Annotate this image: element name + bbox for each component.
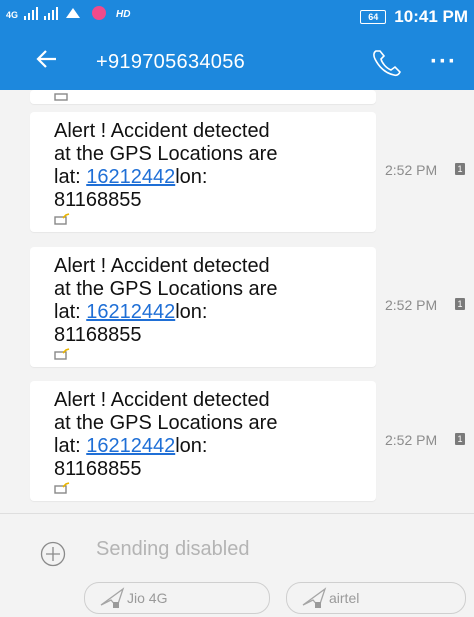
status-right: 64 10:41 PM <box>360 7 468 27</box>
composer: Sending disabled Jio 4G airtel <box>0 513 474 617</box>
message-text: Alert ! Accident detected at the GPS Loc… <box>54 255 278 346</box>
message-thread: Alert ! Accident detected at the GPS Loc… <box>0 90 474 513</box>
signal-icon <box>24 6 39 20</box>
add-attachment-icon[interactable] <box>40 541 66 567</box>
battery-icon: 64 <box>360 10 387 24</box>
message-time: 2:52 PM <box>385 297 438 313</box>
more-options-icon[interactable]: ··· <box>430 48 457 76</box>
sim-message-icon <box>54 348 70 360</box>
message-text: Alert ! Accident detected at the GPS Loc… <box>54 389 278 480</box>
message-time: 2:52 PM <box>385 432 438 448</box>
app-notification-icon <box>66 8 81 18</box>
app-notification-icon <box>92 6 107 20</box>
status-left: 4G HD <box>6 6 130 20</box>
sim-message-icon <box>54 213 70 225</box>
sim-slot-badge: 1 <box>455 433 465 445</box>
sending-disabled-text: Sending disabled <box>96 538 250 560</box>
contact-number: +919705634056 <box>96 51 246 73</box>
message-time: 2:52 PM <box>385 162 438 178</box>
coordinate-link[interactable]: 16212442 <box>86 435 175 457</box>
sim-slot-badge: 1 <box>455 163 465 175</box>
send-sim2-button[interactable]: airtel <box>286 582 466 614</box>
divider <box>0 513 474 514</box>
send-sim1-button[interactable]: Jio 4G <box>84 582 270 614</box>
status-bar: 4G HD 64 10:41 PM <box>0 0 474 36</box>
send-sim-icon <box>302 587 327 609</box>
sim-slot-badge: 1 <box>455 298 465 310</box>
sim-message-icon <box>54 482 70 494</box>
network-type: 4G <box>6 10 19 20</box>
message-bubble[interactable]: Alert ! Accident detected at the GPS Loc… <box>30 112 376 232</box>
hd-voice-indicator: HD <box>116 9 131 20</box>
phone-icon[interactable] <box>370 48 404 78</box>
coordinate-link[interactable]: 16212442 <box>86 166 175 188</box>
status-time: 10:41 PM <box>394 7 468 26</box>
conversation-header: +919705634056 ··· <box>0 36 474 90</box>
back-arrow-icon[interactable] <box>36 46 58 76</box>
sim1-label: Jio 4G <box>127 590 168 606</box>
message-bubble[interactable]: Alert ! Accident detected at the GPS Loc… <box>30 381 376 501</box>
send-sim-icon <box>100 587 125 609</box>
coordinate-link[interactable]: 16212442 <box>86 301 175 323</box>
signal-icon <box>44 6 59 20</box>
message-bubble-partial <box>30 90 376 104</box>
message-text: Alert ! Accident detected at the GPS Loc… <box>54 120 278 211</box>
message-bubble[interactable]: Alert ! Accident detected at the GPS Loc… <box>30 247 376 367</box>
sim2-label: airtel <box>329 590 360 606</box>
sim-message-icon <box>54 93 68 101</box>
